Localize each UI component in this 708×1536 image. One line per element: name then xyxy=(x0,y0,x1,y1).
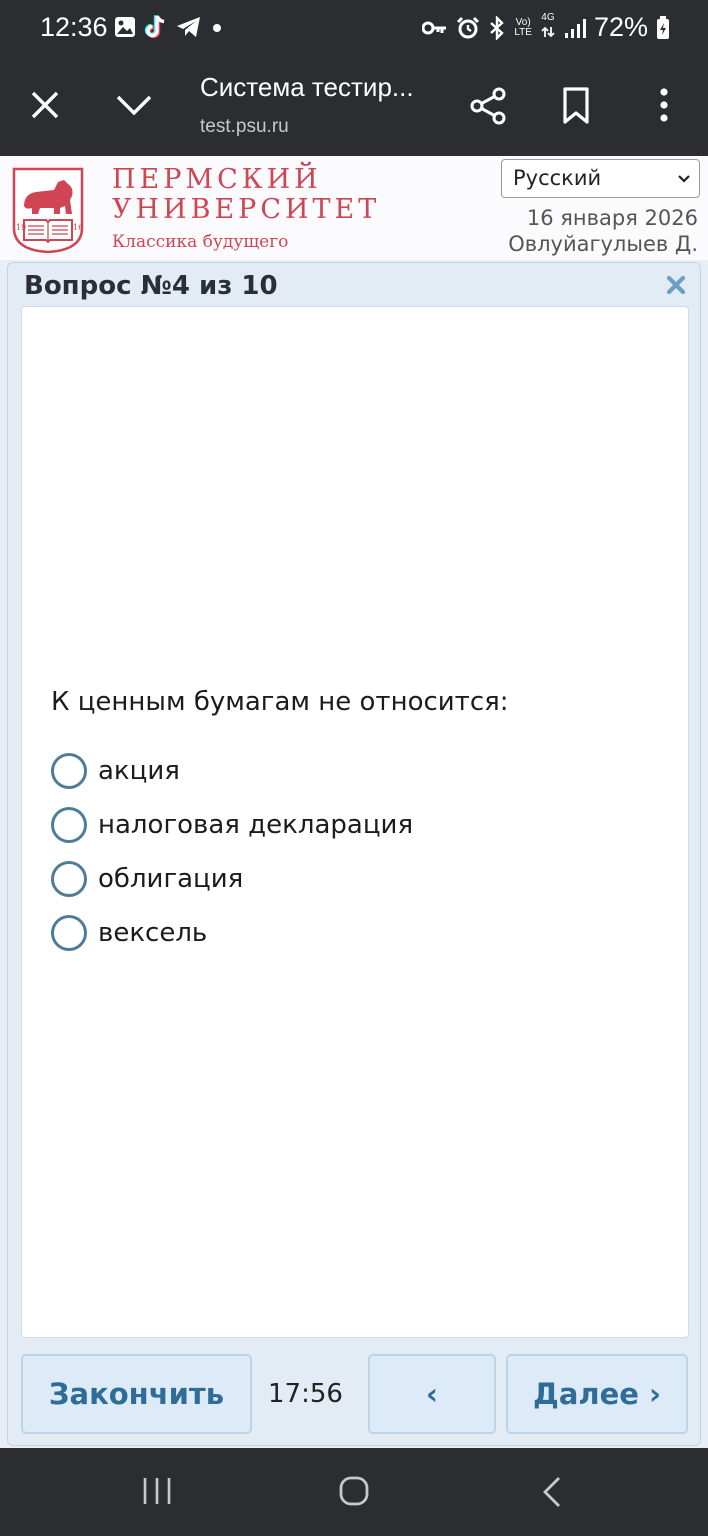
system-icons: Vo) LTE 4G 72% xyxy=(422,12,670,43)
close-icon[interactable] xyxy=(28,88,62,122)
status-bar: 12:36 Vo) LTE 4G 72% xyxy=(0,0,708,56)
system-nav-bar xyxy=(0,1448,708,1536)
notification-icons xyxy=(114,14,224,40)
emblem-year-left: 19 xyxy=(16,223,26,232)
chevron-down-icon xyxy=(678,175,690,183)
gallery-icon xyxy=(115,17,135,37)
next-button[interactable]: Далее › xyxy=(506,1354,688,1434)
share-icon[interactable] xyxy=(468,86,508,126)
bluetooth-icon xyxy=(490,15,505,40)
recent-apps-icon[interactable] xyxy=(142,1476,172,1506)
answer-label: налоговая декларация xyxy=(98,810,414,840)
site-header: 19 16 ПЕРМСКИЙ УНИВЕРСИТЕТ Классика буду… xyxy=(0,156,708,260)
answer-label: облигация xyxy=(98,864,244,894)
browser-toolbar: Система тестир... test.psu.ru xyxy=(0,56,708,156)
university-emblem-icon: 19 16 xyxy=(12,167,84,254)
question-text: К ценным бумагам не относится: xyxy=(51,687,509,717)
radio-button[interactable] xyxy=(51,915,87,951)
question-panel: Вопрос №4 из 10 К ценным бумагам не отно… xyxy=(7,262,701,1446)
more-vert-icon[interactable] xyxy=(654,86,674,126)
question-title: Вопрос №4 из 10 xyxy=(24,271,278,301)
battery-icon xyxy=(657,15,669,39)
data-arrows-icon xyxy=(541,26,555,38)
network-indicator: 4G xyxy=(540,13,556,42)
logo-text-line1: ПЕРМСКИЙ xyxy=(112,164,322,195)
home-icon[interactable] xyxy=(338,1475,370,1507)
dot-icon xyxy=(213,24,221,32)
answer-label: вексель xyxy=(98,918,208,948)
current-date: 16 января 2026 xyxy=(526,206,698,230)
previous-button[interactable]: ‹ xyxy=(368,1354,496,1434)
web-page: 19 16 ПЕРМСКИЙ УНИВЕРСИТЕТ Классика буду… xyxy=(0,156,708,1448)
volte-indicator: Vo) LTE xyxy=(514,16,532,38)
language-value: Русский xyxy=(513,166,602,190)
back-icon[interactable] xyxy=(540,1475,564,1509)
page-title: Система тестир... xyxy=(200,72,414,102)
answer-option[interactable]: облигация xyxy=(51,859,243,899)
emblem-year-right: 16 xyxy=(73,223,83,232)
logo-slogan: Классика будущего xyxy=(112,232,289,252)
status-time: 12:36 xyxy=(40,12,108,42)
page-url[interactable]: test.psu.ru xyxy=(200,116,289,138)
question-body: К ценным бумагам не относится: акция нал… xyxy=(21,306,689,1338)
radio-button[interactable] xyxy=(51,753,87,789)
answer-label: акция xyxy=(98,756,180,786)
key-icon xyxy=(422,21,447,34)
bookmark-icon[interactable] xyxy=(560,86,592,126)
battery-percent: 72% xyxy=(593,12,648,42)
alarm-icon xyxy=(457,16,480,38)
timer: 17:56 xyxy=(268,1379,343,1409)
answer-option[interactable]: налоговая декларация xyxy=(51,805,413,845)
chevron-down-icon[interactable] xyxy=(114,90,154,120)
language-select[interactable]: Русский xyxy=(501,159,700,198)
radio-button[interactable] xyxy=(51,807,87,843)
radio-button[interactable] xyxy=(51,861,87,897)
logo-text-line2: УНИВЕРСИТЕТ xyxy=(112,194,381,225)
answer-option[interactable]: акция xyxy=(51,751,180,791)
signal-icon xyxy=(564,18,586,38)
finish-button[interactable]: Закончить xyxy=(21,1354,252,1434)
tiktok-icon xyxy=(144,15,165,39)
user-name: Овлуйагулыев Д. xyxy=(508,232,698,256)
telegram-icon xyxy=(177,17,200,37)
answer-option[interactable]: вексель xyxy=(51,913,207,953)
close-icon[interactable] xyxy=(666,275,686,295)
